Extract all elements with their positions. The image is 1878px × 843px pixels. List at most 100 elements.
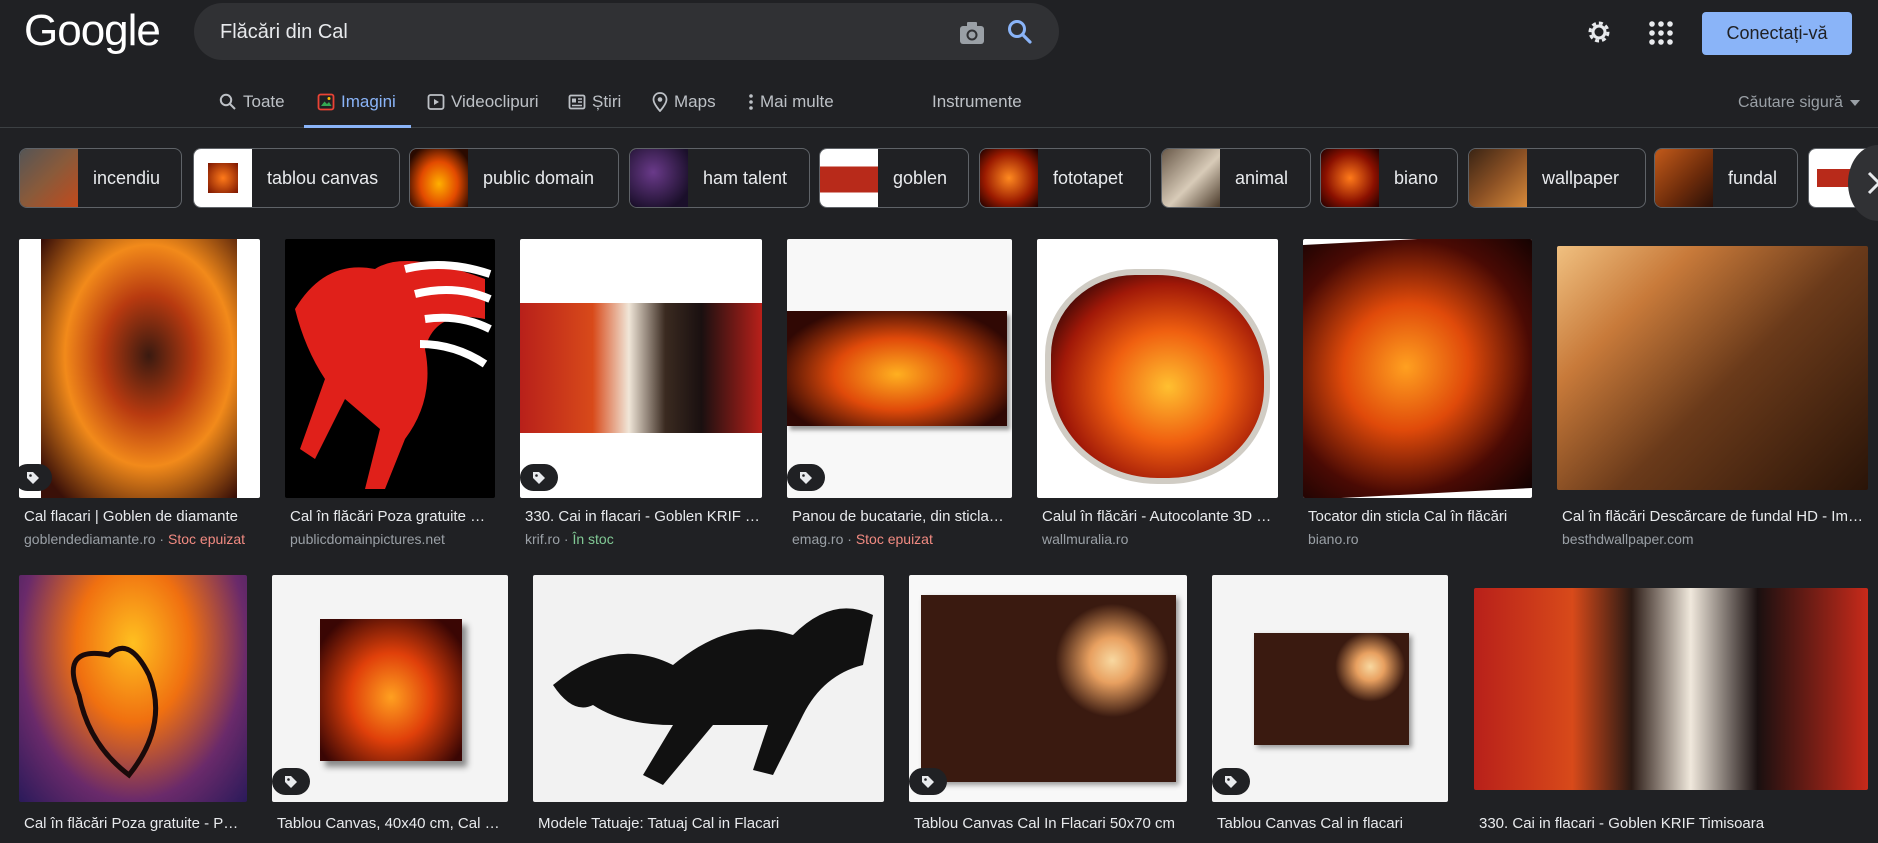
- chip-label: wallpaper: [1542, 167, 1620, 188]
- price-tag-icon: [922, 776, 934, 788]
- result-title[interactable]: Cal flacari | Goblen de diamante: [24, 508, 259, 525]
- chevron-right-icon: [1867, 171, 1878, 195]
- google-logo[interactable]: Google: [24, 6, 161, 56]
- result-source: goblendediamante.ro · Stoc epuizat: [24, 531, 246, 547]
- result-domain: krif.ro: [525, 531, 560, 547]
- chip-fundal[interactable]: fundal: [1654, 148, 1798, 208]
- result-title[interactable]: Tocator din sticla Cal în flăcări: [1308, 508, 1528, 525]
- result-image[interactable]: [1303, 239, 1532, 498]
- chip-label: ham talent: [703, 167, 788, 188]
- tab-label: Mai multe: [760, 92, 834, 111]
- result-image[interactable]: [1037, 239, 1278, 498]
- result-image[interactable]: [520, 239, 762, 498]
- search-tabs: Toate Imagini Videoclipuri Știri Maps Ma…: [0, 80, 1878, 128]
- result-image[interactable]: [285, 239, 495, 498]
- tab-news[interactable]: Știri: [568, 90, 621, 114]
- active-tab-indicator: [304, 125, 411, 128]
- result-image[interactable]: [272, 575, 508, 802]
- news-icon: [568, 94, 586, 110]
- result-title[interactable]: Cal în flăcări Poza gratuite - Public Do…: [24, 815, 242, 832]
- chip-animal[interactable]: animal: [1161, 148, 1311, 208]
- chip-ham-talent[interactable]: ham talent: [629, 148, 810, 208]
- result-image[interactable]: [19, 239, 260, 498]
- shopping-tag-badge: [787, 464, 825, 491]
- result-title[interactable]: Tablou Canvas, 40x40 cm, Cal In Flacari: [277, 815, 503, 832]
- price-tag-icon: [1225, 776, 1237, 788]
- chip-goblen[interactable]: goblen: [819, 148, 969, 208]
- chip-thumbnail: [20, 149, 78, 207]
- tab-more[interactable]: Mai multe: [748, 90, 834, 114]
- result-domain: besthdwallpaper.com: [1562, 531, 1694, 547]
- tab-label: Videoclipuri: [451, 92, 539, 111]
- chip-thumbnail: [980, 149, 1038, 207]
- shopping-tag-badge: [520, 464, 558, 491]
- safe-search-label: Căutare sigură: [1738, 94, 1843, 111]
- result-image[interactable]: [1557, 246, 1868, 490]
- search-box[interactable]: Flăcări din Cal: [194, 3, 1059, 60]
- chip-thumbnail: [630, 149, 688, 207]
- shopping-tag-badge: [272, 768, 310, 795]
- result-image[interactable]: [909, 575, 1187, 802]
- result-source: krif.ro · În stoc: [525, 531, 614, 547]
- stock-status: În stoc: [572, 531, 614, 547]
- result-image[interactable]: [1212, 575, 1448, 802]
- shopping-tag-badge: [909, 768, 947, 795]
- sign-in-button[interactable]: Conectați-vă: [1702, 12, 1852, 55]
- result-source: emag.ro · Stoc epuizat: [792, 531, 933, 547]
- tab-label: Maps: [674, 92, 716, 111]
- result-title[interactable]: 330. Cai in flacari - Goblen KRIF Timiso…: [1479, 815, 1864, 832]
- map-pin-icon: [652, 92, 668, 112]
- apps-grid-icon[interactable]: [1648, 20, 1674, 46]
- chip-label: fundal: [1728, 167, 1778, 188]
- image-icon: [317, 93, 335, 111]
- tab-label: Toate: [243, 92, 285, 111]
- price-tag-icon: [285, 776, 297, 788]
- result-image[interactable]: [533, 575, 884, 802]
- result-image[interactable]: [1474, 588, 1868, 790]
- price-tag-icon: [27, 472, 39, 484]
- tools-button[interactable]: Instrumente: [932, 92, 1022, 112]
- chip-tablou-canvas[interactable]: tablou canvas: [193, 148, 400, 208]
- more-vert-icon: [749, 94, 753, 110]
- shopping-tag-badge: [1212, 768, 1250, 795]
- result-image[interactable]: [787, 239, 1012, 498]
- chip-thumbnail: [1655, 149, 1713, 207]
- search-icon: [219, 93, 236, 110]
- tab-all[interactable]: Toate: [219, 90, 285, 114]
- chip-biano[interactable]: biano: [1320, 148, 1458, 208]
- chip-fototapet[interactable]: fototapet: [979, 148, 1151, 208]
- play-icon: [427, 94, 445, 110]
- camera-icon[interactable]: [958, 20, 986, 46]
- tab-images[interactable]: Imagini: [317, 90, 396, 114]
- result-title[interactable]: Calul în flăcări - Autocolante 3D perete: [1042, 508, 1277, 525]
- search-input[interactable]: Flăcări din Cal: [220, 21, 348, 44]
- chip-label: fototapet: [1053, 167, 1124, 188]
- chip-thumbnail: [1162, 149, 1220, 207]
- chip-wallpaper[interactable]: wallpaper: [1468, 148, 1646, 208]
- stock-status: Stoc epuizat: [855, 531, 933, 547]
- result-title[interactable]: Tablou Canvas Cal in flacari: [1217, 815, 1443, 832]
- chip-public-domain[interactable]: public domain: [409, 148, 619, 208]
- chip-label: animal: [1235, 167, 1289, 188]
- result-title[interactable]: Cal în flăcări Descărcare de fundal HD -…: [1562, 508, 1867, 525]
- chip-label: incendiu: [93, 167, 161, 188]
- chip-incendiu[interactable]: incendiu: [19, 148, 182, 208]
- safe-search-toggle[interactable]: Căutare sigură: [1738, 94, 1861, 112]
- result-title[interactable]: Cal în flăcări Poza gratuite - Public Do…: [290, 508, 490, 525]
- result-title[interactable]: 330. Cai in flacari - Goblen KRIF Timiso…: [525, 508, 760, 525]
- chip-thumbnail: [410, 149, 468, 207]
- shopping-tag-badge: [19, 464, 52, 491]
- result-domain: goblendediamante.ro: [24, 531, 156, 547]
- result-title[interactable]: Modele Tatuaje: Tatuaj Cal in Flacari: [538, 815, 878, 832]
- tab-videos[interactable]: Videoclipuri: [427, 90, 539, 114]
- tribal-horse-graphic: [553, 608, 873, 785]
- chip-label: biano: [1394, 167, 1439, 188]
- result-domain: publicdomainpictures.net: [290, 531, 445, 547]
- result-title[interactable]: Panou de bucatarie, din sticla, Cal in f…: [792, 508, 1007, 525]
- heart-outline-graphic: [70, 645, 159, 779]
- result-image[interactable]: [19, 575, 247, 802]
- tab-maps[interactable]: Maps: [652, 90, 716, 114]
- search-icon[interactable]: [1007, 19, 1033, 45]
- settings-gear-icon[interactable]: [1585, 18, 1613, 46]
- result-title[interactable]: Tablou Canvas Cal In Flacari 50x70 cm: [914, 815, 1182, 832]
